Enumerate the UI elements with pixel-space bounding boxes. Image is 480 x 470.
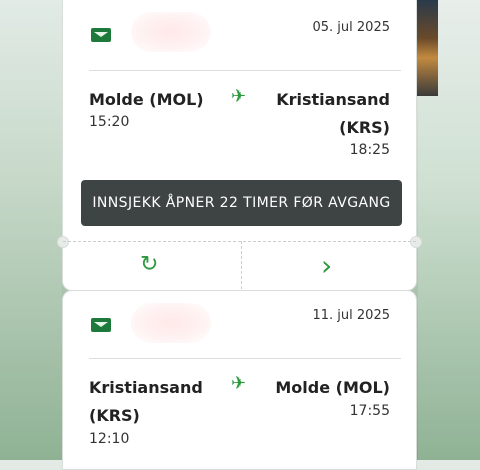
arrival-city-code: (KRS) xyxy=(339,118,390,137)
ticket-notch-left xyxy=(57,236,69,248)
chevron-right-icon[interactable]: › xyxy=(321,252,332,280)
arrival-city: Kristiansand xyxy=(276,90,390,109)
arrival-city: Molde (MOL) xyxy=(275,378,390,397)
trip-date: 11. jul 2025 xyxy=(312,308,391,323)
background-photo xyxy=(416,0,438,96)
arrival-time: 18:25 xyxy=(349,142,390,158)
departure-city: Kristiansand xyxy=(89,378,203,397)
plane-icon: ✈ xyxy=(231,373,247,394)
dashed-divider xyxy=(63,241,416,242)
envelope-icon xyxy=(91,318,111,332)
departure-city-code: (KRS) xyxy=(89,406,140,425)
action-separator xyxy=(241,241,242,289)
background-left xyxy=(0,0,62,460)
divider xyxy=(89,358,401,359)
booking-card-2[interactable]: 11. jul 2025 Kristiansand (KRS) 12:10 ✈ … xyxy=(62,290,417,470)
departure-city: Molde (MOL) xyxy=(89,90,204,109)
divider xyxy=(89,70,401,71)
departure-time: 15:20 xyxy=(89,114,130,130)
departure-time: 12:10 xyxy=(89,431,130,447)
envelope-icon xyxy=(91,28,111,42)
booking-card-1[interactable]: 05. jul 2025 Molde (MOL) 15:20 ✈ Kristia… xyxy=(57,0,422,291)
plane-icon: ✈ xyxy=(231,86,247,107)
arrival-time: 17:55 xyxy=(349,403,390,419)
redacted-name xyxy=(131,303,211,343)
checkin-button[interactable]: INNSJEKK ÅPNER 22 TIMER FØR AVGANG xyxy=(81,180,402,226)
redacted-name xyxy=(131,12,211,52)
trip-date: 05. jul 2025 xyxy=(312,20,391,35)
refresh-icon[interactable]: ↻ xyxy=(140,254,158,276)
ticket-notch-right xyxy=(410,236,422,248)
